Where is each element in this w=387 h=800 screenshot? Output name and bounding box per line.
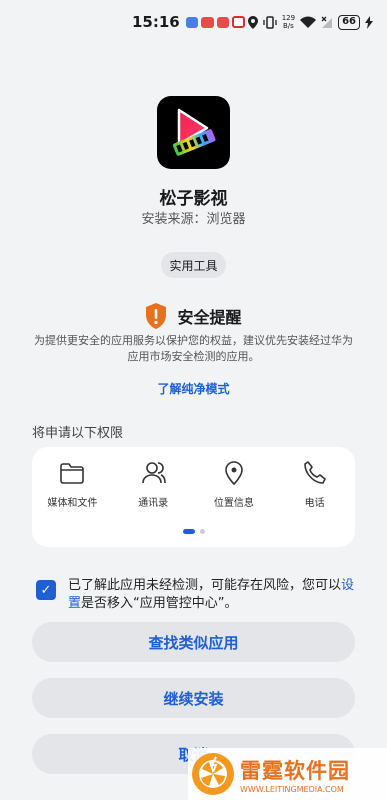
pure-mode-link[interactable]: 了解纯净模式 [0,380,387,397]
permission-contacts: 通讯录 [113,459,194,509]
watermark-url: WWW.LEITINGMEDIA.COM [240,784,344,794]
page-indicator [32,529,355,534]
location-status-icon [247,15,258,29]
app-name: 松子影视 [159,189,228,209]
permissions-title: 将申请以下权限 [32,426,124,441]
security-header: 安全提醒 [0,303,387,329]
notification-icon [232,16,245,28]
find-similar-button[interactable]: 查找类似应用 [32,622,355,662]
watermark: 雷霆软件园 WWW.LEITINGMEDIA.COM [188,748,387,800]
consent-checkbox[interactable]: ✓ [36,580,56,600]
security-description: 为提供更安全的应用服务以保护您的权益，建议优先安装经过华为应用市场安全检测的应用… [34,334,353,363]
battery-indicator: 66 [338,14,361,30]
network-speed: 129 B/s [281,14,296,30]
vibrate-icon [263,15,277,29]
notification-icon [185,16,199,28]
watermark-name: 雷霆软件园 [240,758,350,783]
continue-install-button[interactable]: 继续安装 [32,678,355,718]
consent-text: 已了解此应用未经检测，可能存在风险，您可以设置是否移入“应用管控中心”。 [68,578,355,611]
page-dot [199,529,205,534]
notification-icon [201,16,214,28]
notification-icon [216,16,230,28]
status-indicators: 129 B/s 66 [247,14,374,30]
status-bar: 15:16 129 B/s 66 [0,0,387,44]
permission-phone: 电话 [274,459,355,509]
permission-label: 媒体和文件 [47,498,98,509]
permission-label: 通讯录 [138,498,169,509]
category-chip: 实用工具 [161,252,226,278]
warning-shield-icon [146,303,167,329]
status-time: 15:16 [132,13,180,31]
permission-label: 电话 [304,498,325,509]
contacts-icon [142,462,166,484]
install-source: 安装来源：浏览器 [141,212,246,227]
folder-icon [60,463,85,484]
watermark-logo-icon [192,753,234,795]
wifi-icon [300,16,317,28]
phone-icon [303,461,326,484]
page-dot-active [182,529,195,534]
app-icon [157,96,230,169]
no-signal-icon [321,16,333,28]
permission-location: 位置信息 [194,459,275,509]
permissions-card[interactable]: 媒体和文件 通讯录 位置信息 电话 [32,447,355,547]
location-icon [225,461,243,486]
permission-label: 位置信息 [213,498,254,509]
security-title: 安全提醒 [177,308,242,327]
charging-icon [365,15,374,29]
permission-media: 媒体和文件 [32,459,113,509]
consent-row: ✓ 已了解此应用未经检测，可能存在风险，您可以设置是否移入“应用管控中心”。 [36,577,356,613]
